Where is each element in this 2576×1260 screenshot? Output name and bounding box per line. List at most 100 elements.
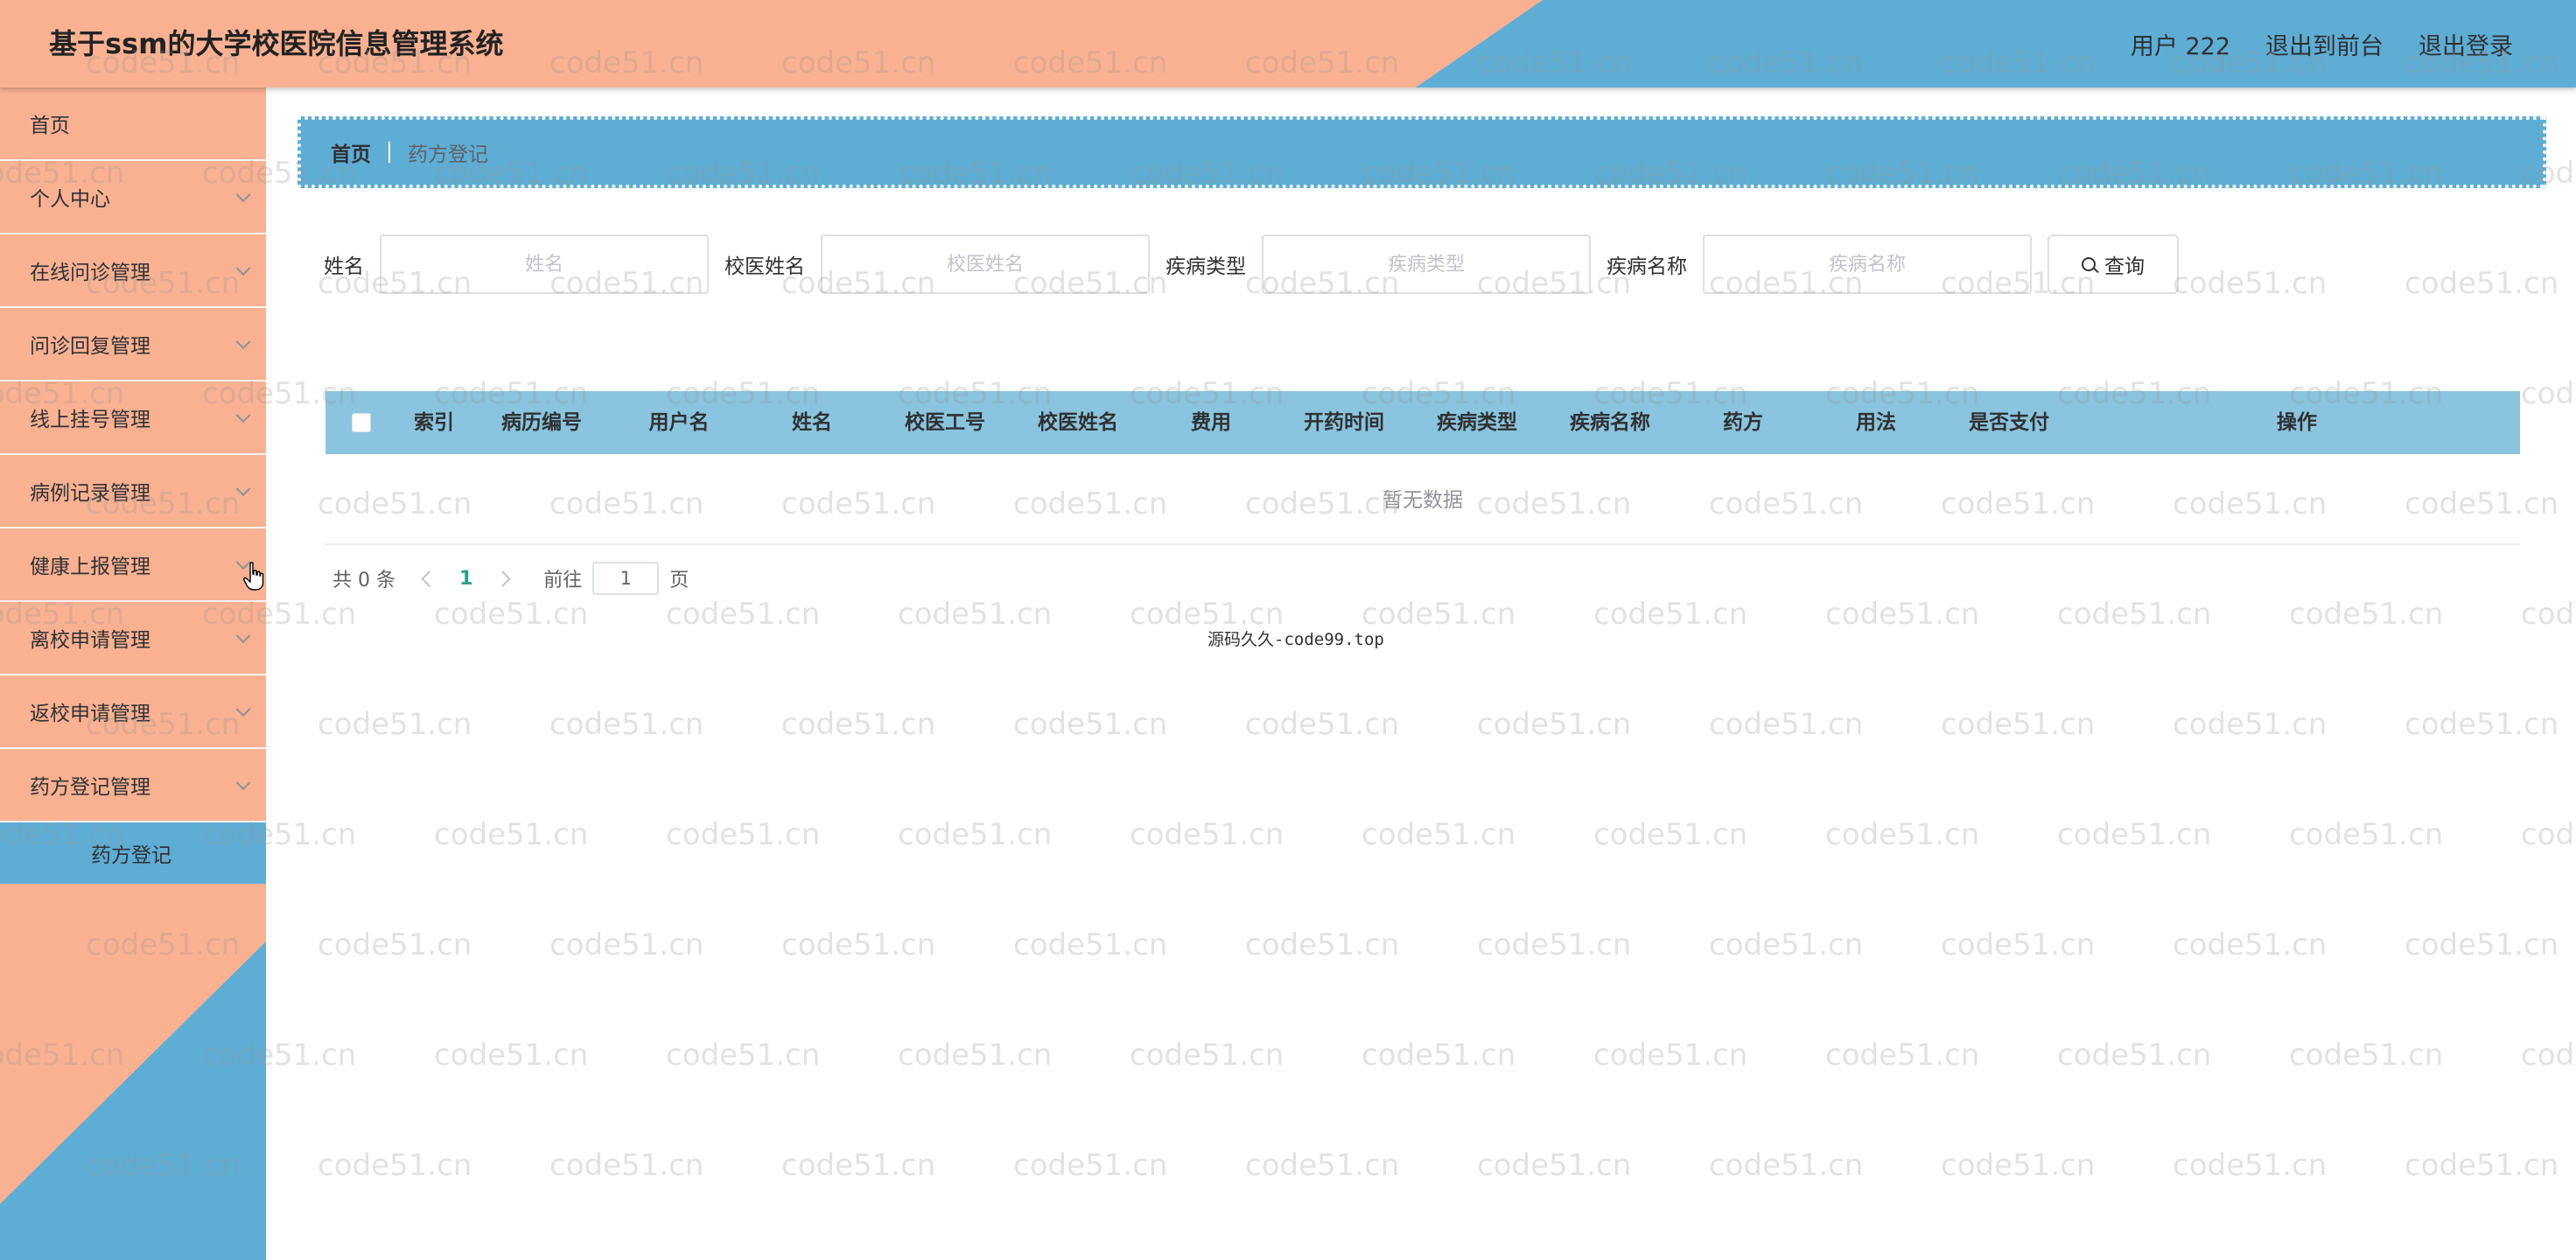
watermark-text: code51.cn — [1825, 1038, 1980, 1073]
watermark-text: code51.cn — [1593, 597, 1748, 632]
column-header: 校医工号 — [905, 411, 985, 434]
column-header: 校医姓名 — [1038, 411, 1118, 434]
exit-to-front-link[interactable]: 退出到前台 — [2265, 27, 2384, 61]
top-header: 基于ssm的大学校医院信息管理系统 用户 222 退出到前台 退出登录 — [0, 0, 2576, 88]
column-header: 药方 — [1723, 411, 1763, 434]
chevron-left-icon[interactable] — [421, 570, 438, 587]
sidebar-item-home[interactable]: 首页 — [0, 88, 266, 161]
watermark-text: code51.cn — [1362, 597, 1516, 632]
table-header: 索引 病历编号 用户名 姓名 校医工号 校医姓名 费用 开药时间 疾病类型 疾病… — [326, 391, 2520, 454]
name-input[interactable] — [380, 234, 709, 294]
watermark-text: code51.cn — [2173, 928, 2328, 962]
watermark-text: code51.cn — [2057, 597, 2212, 632]
header-nav: 用户 222 退出到前台 退出登录 — [2131, 0, 2513, 88]
watermark-text: code51.cn — [2057, 1038, 2212, 1073]
watermark-text: code51.cn — [2404, 1148, 2559, 1183]
column-header: 疾病类型 — [1437, 411, 1517, 434]
watermark-text: code51.cn — [1362, 817, 1516, 852]
sidebar-item-label: 健康上报管理 — [30, 556, 150, 578]
disease-type-input[interactable] — [1262, 234, 1591, 294]
watermark-text: code51.cn — [2404, 928, 2559, 962]
watermark-text: code51.cn — [781, 707, 936, 742]
watermark-text: code51.cn — [1477, 1148, 1632, 1183]
watermark-text: code51.cn — [1130, 817, 1284, 852]
sidebar-item-personal-center[interactable]: 个人中心 — [0, 161, 266, 234]
sidebar-item-online-registration[interactable]: 线上挂号管理 — [0, 382, 266, 455]
column-header: 用户名 — [648, 411, 710, 434]
column-header: 索引 — [414, 411, 454, 434]
watermark-text: code51.cn — [550, 928, 704, 962]
watermark-text: code51.cn — [1013, 707, 1168, 742]
sidebar-item-label: 在线问诊管理 — [30, 262, 150, 284]
doctor-name-label: 校医姓名 — [724, 256, 805, 278]
chevron-down-icon — [235, 628, 251, 644]
watermark-text: code51.cn — [1825, 817, 1980, 852]
breadcrumb-separator — [388, 142, 390, 163]
search-button[interactable]: 查询 — [2048, 234, 2179, 294]
sidebar-item-label: 返校申请管理 — [30, 703, 150, 725]
watermark-text: code51.cn — [898, 597, 1053, 632]
select-all-checkbox[interactable] — [352, 413, 371, 432]
pagination-page-number[interactable]: 1 — [459, 568, 472, 590]
watermark-text: code51.cn — [666, 597, 821, 632]
sidebar-item-online-consultation[interactable]: 在线问诊管理 — [0, 234, 266, 308]
column-header: 开药时间 — [1304, 411, 1384, 434]
pagination-page-suffix: 页 — [669, 570, 690, 592]
disease-name-input[interactable] — [1703, 234, 2032, 294]
sidebar-item-return-school[interactable]: 返校申请管理 — [0, 676, 266, 749]
sidebar-item-health-report[interactable]: 健康上报管理 — [0, 528, 266, 602]
watermark-text: code51.cn — [2173, 266, 2328, 301]
watermark-text: code51.cn — [318, 1148, 472, 1183]
chevron-right-icon[interactable] — [494, 570, 511, 587]
column-header: 病历编号 — [501, 411, 582, 434]
sidebar-item-consultation-reply[interactable]: 问诊回复管理 — [0, 308, 266, 382]
sidebar-subitem-prescription-registration[interactable]: 药方登记 — [0, 822, 266, 884]
watermark-text: code51.cn — [1477, 707, 1632, 742]
watermark-text: code51.cn — [1593, 817, 1748, 852]
sidebar-item-label: 线上挂号管理 — [30, 409, 150, 431]
chevron-down-icon — [235, 408, 251, 424]
sidebar-item-label: 药方登记管理 — [30, 776, 150, 799]
app-title: 基于ssm的大学校医院信息管理系统 — [49, 27, 504, 60]
watermark-text: code51.cn — [2521, 376, 2576, 411]
logout-link[interactable]: 退出登录 — [2418, 27, 2513, 61]
watermark-text: code51.cn — [666, 1038, 821, 1073]
name-label: 姓名 — [324, 256, 364, 278]
breadcrumb: 首页 药方登记 — [298, 116, 2546, 188]
pagination-total: 共 0 条 — [332, 570, 396, 592]
sidebar-subitem-label: 药方登记 — [91, 844, 172, 867]
chevron-down-icon — [235, 261, 251, 276]
sidebar-item-label: 首页 — [30, 115, 70, 137]
sidebar-item-label: 个人中心 — [30, 188, 110, 211]
search-form: 姓名 校医姓名 疾病类型 疾病名称 查询 — [324, 234, 2179, 294]
watermark-text: code51.cn — [1245, 707, 1400, 742]
watermark-text: code51.cn — [2521, 597, 2576, 632]
watermark-text: code51.cn — [2404, 266, 2559, 301]
watermark-text: code51.cn — [898, 817, 1053, 852]
chevron-down-icon — [235, 481, 251, 497]
watermark-text: code51.cn — [550, 1148, 704, 1183]
sidebar-item-prescription-management[interactable]: 药方登记管理 — [0, 749, 266, 822]
user-label: 用户 222 — [2130, 32, 2230, 60]
sidebar-item-label: 离校申请管理 — [30, 629, 150, 652]
watermark-text: code51.cn — [434, 1038, 589, 1073]
watermark-text: code51.cn — [434, 597, 589, 632]
breadcrumb-home[interactable]: 首页 — [331, 137, 371, 167]
column-header: 费用 — [1191, 411, 1231, 434]
watermark-text: code51.cn — [1593, 1038, 1748, 1073]
watermark-text: code51.cn — [1362, 1038, 1516, 1073]
sidebar-decoration — [0, 942, 266, 1260]
watermark-text: code51.cn — [898, 1038, 1053, 1073]
watermark-text: code51.cn — [666, 817, 821, 852]
watermark-text: code51.cn — [1709, 707, 1864, 742]
watermark-text: code51.cn — [781, 1148, 936, 1183]
watermark-text: code51.cn — [2289, 1038, 2444, 1073]
empty-table-message: 暂无数据 — [326, 454, 2520, 545]
pagination-goto-label: 前往 — [543, 570, 583, 592]
pagination-goto-input[interactable] — [592, 562, 660, 595]
sidebar-item-case-records[interactable]: 病例记录管理 — [0, 455, 266, 528]
sidebar-item-leave-school[interactable]: 离校申请管理 — [0, 602, 266, 676]
breadcrumb-current: 药方登记 — [408, 144, 488, 166]
chevron-down-icon — [235, 702, 251, 718]
doctor-name-input[interactable] — [821, 234, 1150, 294]
